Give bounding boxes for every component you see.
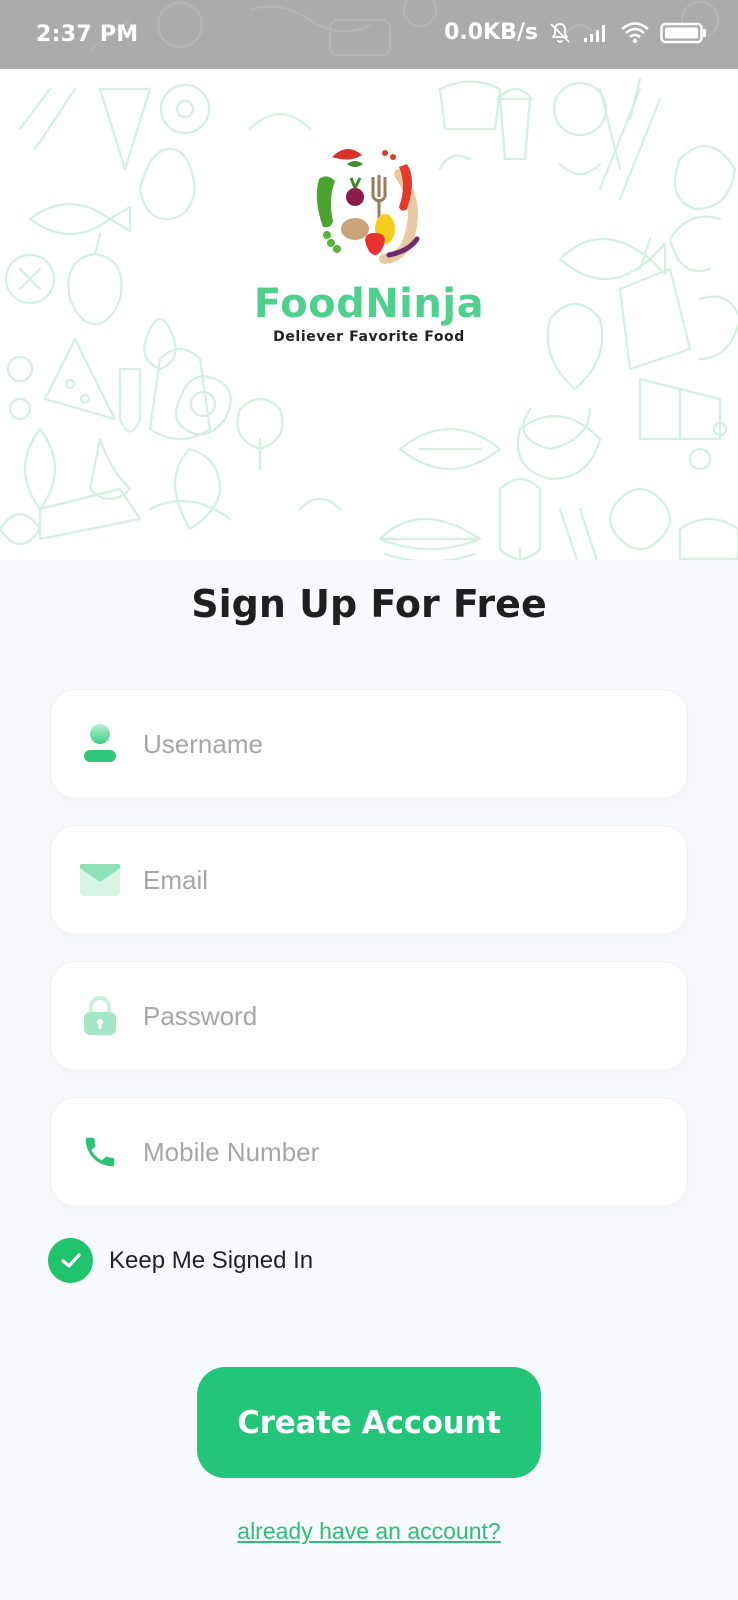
mobile-number-field[interactable]: [50, 1097, 688, 1207]
phone-icon: [77, 1129, 123, 1175]
keep-signed-in-toggle[interactable]: Keep Me Signed In: [48, 1238, 313, 1283]
signin-link[interactable]: already have an account?: [0, 1518, 738, 1545]
food-wreath-logo-icon: [316, 148, 420, 264]
bell-off-icon: [548, 21, 572, 45]
brand-tagline: Deliever Favorite Food: [273, 329, 465, 345]
mobile-number-input[interactable]: [143, 1136, 643, 1168]
battery-icon: [660, 22, 708, 44]
keep-signed-in-label: Keep Me Signed In: [109, 1246, 314, 1274]
net-speed: 0.0KB/s: [444, 20, 538, 45]
brand-logo: FoodNinja Deliever Favorite Food: [0, 139, 738, 345]
page-title: Sign Up For Free: [191, 582, 547, 626]
brand-name: FoodNinja: [253, 281, 485, 327]
wifi-icon: [620, 21, 650, 44]
signal-icon: [582, 23, 610, 43]
lock-icon: [77, 993, 123, 1039]
header-banner: FoodNinja Deliever Favorite Food: [0, 69, 738, 560]
mail-icon: [77, 857, 123, 903]
status-bar: 2:37 PM 0.0KB/s: [0, 0, 738, 69]
password-input[interactable]: [143, 1000, 643, 1032]
username-input[interactable]: [143, 728, 643, 760]
password-field[interactable]: [50, 961, 688, 1071]
email-input[interactable]: [143, 864, 643, 896]
user-icon: [77, 721, 123, 767]
create-account-button[interactable]: Create Account: [197, 1367, 541, 1478]
username-field[interactable]: [50, 689, 688, 799]
status-time: 2:37 PM: [36, 22, 139, 47]
status-icons: 0.0KB/s: [444, 20, 708, 45]
email-field[interactable]: [50, 825, 688, 935]
checkmark-icon[interactable]: [48, 1238, 93, 1283]
